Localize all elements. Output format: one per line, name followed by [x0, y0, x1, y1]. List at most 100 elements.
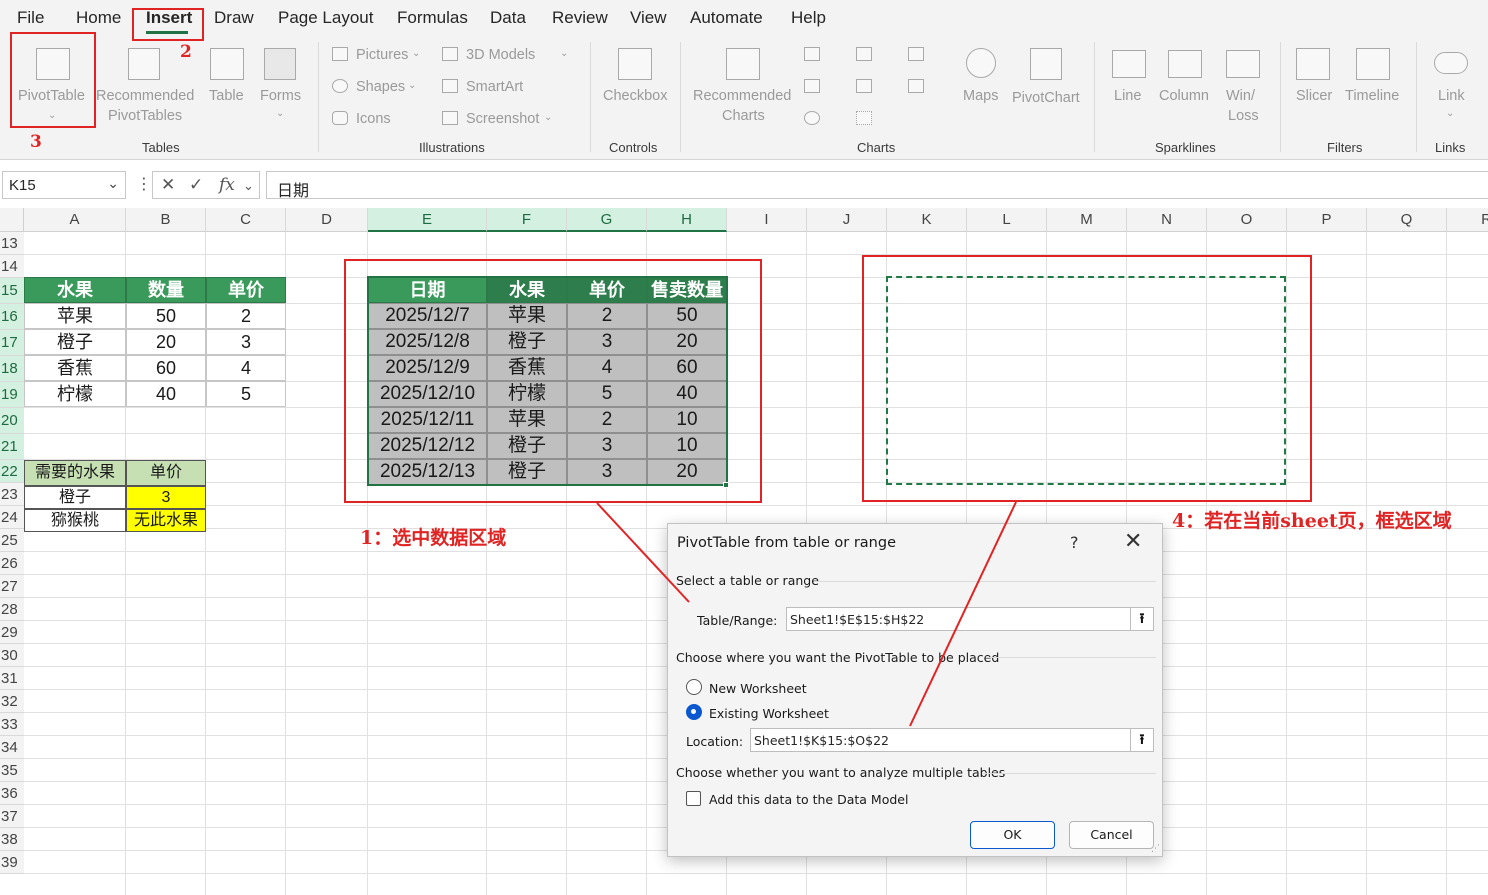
table-cell[interactable]: 20: [126, 329, 206, 355]
row-header-37[interactable]: 37: [0, 805, 24, 828]
menu-review[interactable]: Review: [552, 8, 608, 28]
chevron-down-icon[interactable]: ⌄: [107, 175, 119, 192]
insert-function-icon[interactable]: fx: [219, 175, 235, 195]
existing-worksheet-radio[interactable]: [686, 704, 702, 720]
table-cell[interactable]: 柠檬: [24, 381, 126, 407]
collapse-dialog-icon[interactable]: ⭱: [1130, 728, 1154, 752]
shapes-button[interactable]: Shapes: [356, 79, 405, 95]
menu-help[interactable]: Help: [791, 8, 826, 28]
close-icon[interactable]: ✕: [1124, 529, 1142, 554]
row-header-14[interactable]: 14: [0, 255, 24, 278]
column-header-d[interactable]: D: [286, 208, 368, 232]
menu-draw[interactable]: Draw: [214, 8, 254, 28]
column-header-l[interactable]: L: [967, 208, 1047, 232]
menu-file[interactable]: File: [17, 8, 44, 28]
row-header-34[interactable]: 34: [0, 736, 24, 759]
table-range-input[interactable]: Sheet1!$E$15:$H$22: [786, 607, 1131, 631]
lookup-header-cell[interactable]: 需要的水果: [24, 460, 126, 486]
table-cell[interactable]: 橙子: [24, 329, 126, 355]
cancel-button[interactable]: Cancel: [1069, 821, 1154, 849]
name-box[interactable]: K15 ⌄: [2, 171, 126, 199]
row-header-38[interactable]: 38: [0, 828, 24, 851]
cancel-icon[interactable]: ✕: [161, 175, 175, 195]
data-model-checkbox[interactable]: [686, 791, 701, 806]
menu-page-layout[interactable]: Page Layout: [278, 8, 373, 28]
table-cell[interactable]: 2: [206, 303, 286, 329]
table-cell[interactable]: 5: [206, 381, 286, 407]
row-header-23[interactable]: 23: [0, 483, 24, 506]
column-header-b[interactable]: B: [126, 208, 206, 232]
row-header-17[interactable]: 17: [0, 330, 24, 356]
resize-grip-icon[interactable]: ⋰: [1151, 844, 1160, 854]
new-worksheet-radio[interactable]: [686, 679, 702, 695]
column-header-a[interactable]: A: [24, 208, 126, 232]
column-chart-icon[interactable]: [804, 47, 820, 61]
menu-home[interactable]: Home: [76, 8, 121, 28]
chevron-down-icon[interactable]: ⌄: [243, 178, 254, 194]
row-header-22[interactable]: 22: [0, 460, 24, 483]
row-header-28[interactable]: 28: [0, 598, 24, 621]
column-header-e[interactable]: E: [368, 208, 487, 232]
table-cell[interactable]: 50: [126, 303, 206, 329]
line-chart-icon[interactable]: [804, 79, 820, 93]
row-header-30[interactable]: 30: [0, 644, 24, 667]
help-button[interactable]: ?: [1070, 533, 1079, 552]
screenshot-button[interactable]: Screenshot: [466, 111, 539, 127]
row-header-16[interactable]: 16: [0, 304, 24, 330]
waterfall-chart-icon[interactable]: [908, 47, 924, 61]
row-header-32[interactable]: 32: [0, 690, 24, 713]
column-header-i[interactable]: I: [727, 208, 807, 232]
row-header-15[interactable]: 15: [0, 278, 24, 304]
row-header-24[interactable]: 24: [0, 506, 24, 529]
row-header-18[interactable]: 18: [0, 356, 24, 382]
menu-data[interactable]: Data: [490, 8, 526, 28]
row-header-31[interactable]: 31: [0, 667, 24, 690]
enter-icon[interactable]: ✓: [189, 175, 203, 195]
column-header-g[interactable]: G: [567, 208, 647, 232]
row-header-13[interactable]: 13: [0, 232, 24, 255]
table-header-cell[interactable]: 单价: [206, 277, 286, 303]
column-header-n[interactable]: N: [1127, 208, 1207, 232]
lookup-cell[interactable]: 3: [126, 486, 206, 509]
table-header-cell[interactable]: 数量: [126, 277, 206, 303]
column-header-p[interactable]: P: [1287, 208, 1367, 232]
column-header-f[interactable]: F: [487, 208, 567, 232]
row-header-19[interactable]: 19: [0, 382, 24, 408]
column-header-m[interactable]: M: [1047, 208, 1127, 232]
combo-chart-icon[interactable]: [908, 79, 924, 93]
row-header-33[interactable]: 33: [0, 713, 24, 736]
more-options-icon[interactable]: ⋮: [136, 174, 152, 194]
lookup-cell[interactable]: 猕猴桃: [24, 509, 126, 532]
3d-models-button[interactable]: 3D Models: [466, 47, 535, 63]
column-header-r[interactable]: R: [1447, 208, 1488, 232]
table-cell[interactable]: 3: [206, 329, 286, 355]
table-header-cell[interactable]: 水果: [24, 277, 126, 303]
table-cell[interactable]: 40: [126, 381, 206, 407]
location-input[interactable]: Sheet1!$K$15:$O$22: [750, 728, 1131, 752]
menu-formulas[interactable]: Formulas: [397, 8, 468, 28]
column-header-h[interactable]: H: [647, 208, 727, 232]
row-header-36[interactable]: 36: [0, 782, 24, 805]
row-header-25[interactable]: 25: [0, 529, 24, 552]
lookup-cell[interactable]: 橙子: [24, 486, 126, 509]
statistic-chart-icon[interactable]: [856, 79, 872, 93]
row-header-29[interactable]: 29: [0, 621, 24, 644]
table-cell[interactable]: 香蕉: [24, 355, 126, 381]
icons-button[interactable]: Icons: [356, 111, 391, 127]
column-header-c[interactable]: C: [206, 208, 286, 232]
menu-view[interactable]: View: [630, 8, 667, 28]
menu-automate[interactable]: Automate: [690, 8, 763, 28]
column-header-o[interactable]: O: [1207, 208, 1287, 232]
column-header-k[interactable]: K: [887, 208, 967, 232]
row-header-26[interactable]: 26: [0, 552, 24, 575]
smartart-button[interactable]: SmartArt: [466, 79, 523, 95]
lookup-header-cell[interactable]: 单价: [126, 460, 206, 486]
table-cell[interactable]: 4: [206, 355, 286, 381]
row-header-27[interactable]: 27: [0, 575, 24, 598]
table-cell[interactable]: 60: [126, 355, 206, 381]
select-all-corner[interactable]: [0, 208, 24, 232]
column-header-j[interactable]: J: [807, 208, 887, 232]
table-cell[interactable]: 苹果: [24, 303, 126, 329]
collapse-dialog-icon[interactable]: ⭱: [1130, 607, 1154, 631]
scatter-chart-icon[interactable]: [856, 111, 872, 125]
